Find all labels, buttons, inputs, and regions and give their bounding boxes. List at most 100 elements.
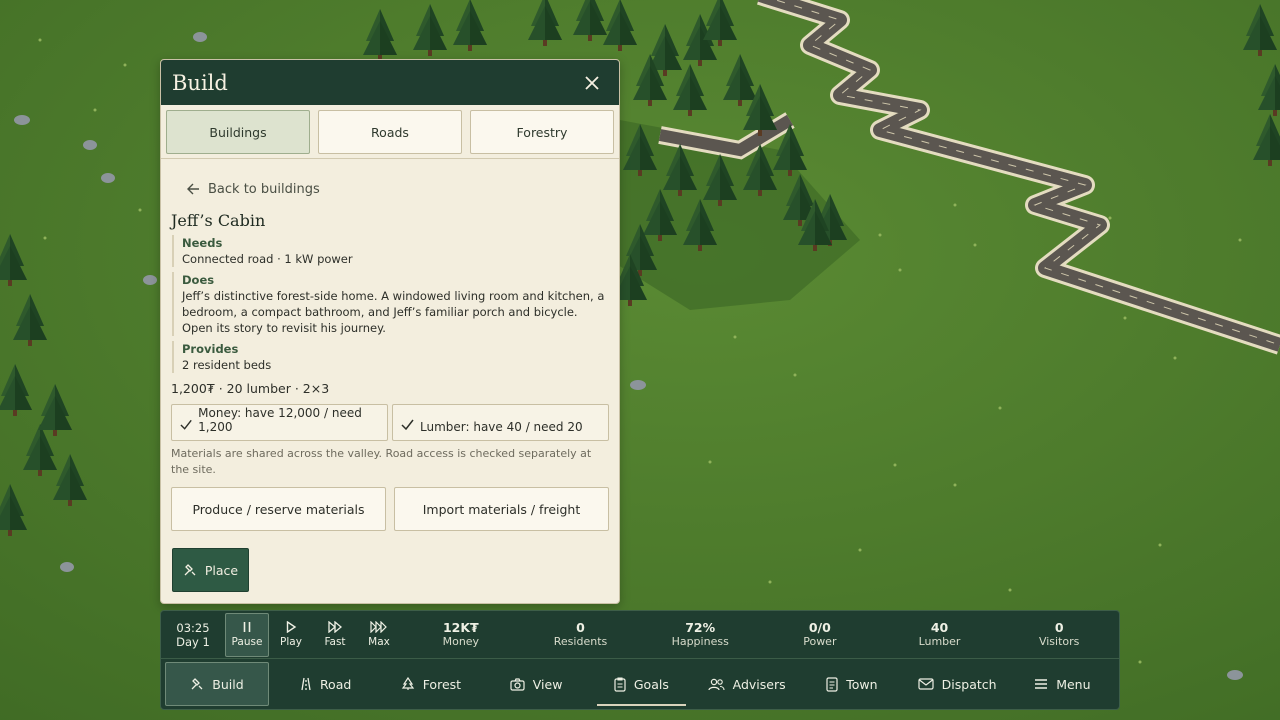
stat-residents-label: Residents — [553, 634, 608, 648]
stat-visitors-value: 0 — [1054, 619, 1064, 635]
action-row: Produce / reserve materials Import mater… — [171, 487, 609, 531]
nav-view-button[interactable]: View — [484, 662, 589, 706]
import-materials-button[interactable]: Import materials / freight — [394, 487, 609, 531]
max-speed-icon — [370, 621, 387, 633]
stat-residents: 0 Residents — [521, 619, 641, 649]
nav-view-label: View — [532, 676, 563, 692]
nav-build-label: Build — [212, 676, 244, 692]
game-clock: 03:25 Day 1 — [161, 621, 225, 649]
pause-label: Pause — [231, 636, 263, 648]
pause-icon — [243, 622, 251, 632]
does-section: Does Jeff’s distinctive forest-side home… — [172, 272, 609, 336]
back-link-label: Back to buildings — [208, 181, 320, 197]
stat-money-value: 12K₮ — [442, 619, 479, 635]
max-speed-button[interactable]: Max — [357, 613, 401, 657]
provides-text: 2 resident beds — [182, 358, 272, 372]
play-label: Play — [280, 636, 302, 648]
mail-icon — [918, 678, 934, 690]
check-icon — [180, 419, 192, 430]
nav-advisers-button[interactable]: Advisers — [694, 662, 799, 706]
camera-icon — [510, 677, 525, 691]
tab-buildings[interactable]: Buildings — [166, 110, 310, 154]
road-icon — [301, 677, 311, 691]
fast-forward-icon — [328, 621, 342, 633]
needs-section: Needs Connected road · 1 kW power — [172, 235, 609, 267]
max-label: Max — [368, 636, 390, 648]
arrow-left-icon — [187, 183, 199, 195]
requirement-money-text: Money: have 12,000 / need 1,200 — [198, 406, 362, 434]
close-icon — [585, 75, 599, 90]
stat-money-label: Money — [442, 634, 480, 648]
stat-power-value: 0/0 — [808, 619, 831, 635]
fast-button[interactable]: Fast — [313, 613, 357, 657]
play-button[interactable]: Play — [269, 613, 313, 657]
clock-day: Day 1 — [176, 634, 210, 649]
build-panel: Build Buildings Roads Forestry Back to b… — [160, 59, 620, 604]
nav-advisers-label: Advisers — [732, 676, 786, 692]
people-icon — [708, 678, 725, 690]
nav-row: Build Road Forest View Goals Advisers To… — [161, 659, 1119, 709]
does-text: Jeff’s distinctive forest-side home. A w… — [182, 289, 605, 335]
provides-label: Provides — [182, 342, 239, 356]
does-label: Does — [182, 273, 215, 287]
nav-goals-button[interactable]: Goals — [589, 662, 694, 706]
build-icon — [184, 564, 196, 576]
provides-section: Provides 2 resident beds — [172, 341, 609, 373]
nav-forest-button[interactable]: Forest — [378, 662, 483, 706]
stat-residents-value: 0 — [576, 619, 585, 635]
tab-forestry[interactable]: Forestry — [470, 110, 614, 154]
nav-menu-label: Menu — [1056, 676, 1091, 692]
menu-icon — [1035, 679, 1048, 689]
nav-town-button[interactable]: Town — [799, 662, 904, 706]
check-icon — [401, 419, 414, 430]
stat-happiness-value: 72% — [685, 619, 716, 635]
play-icon — [286, 621, 297, 633]
stat-lumber-label: Lumber — [918, 634, 961, 648]
nav-build-button[interactable]: Build — [165, 662, 269, 706]
back-to-buildings-link[interactable]: Back to buildings — [187, 173, 609, 205]
requirement-money: Money: have 12,000 / need 1,200 — [171, 404, 388, 441]
stat-happiness-label: Happiness — [671, 634, 729, 648]
bottom-hud: 03:25 Day 1 Pause Play Fast Max 12K₮ Mon… — [160, 610, 1120, 710]
produce-materials-button[interactable]: Produce / reserve materials — [171, 487, 386, 531]
cost-line: 1,200₮ · 20 lumber · 2×3 — [171, 381, 330, 396]
place-button[interactable]: Place — [172, 548, 249, 592]
clipboard-icon — [614, 676, 626, 692]
nav-road-button[interactable]: Road — [273, 662, 378, 706]
needs-label: Needs — [182, 236, 223, 250]
requirement-lumber: Lumber: have 40 / need 20 — [392, 404, 609, 441]
document-icon — [826, 676, 838, 692]
nav-menu-button[interactable]: Menu — [1010, 662, 1115, 706]
stat-power-label: Power — [803, 634, 837, 648]
materials-note: Materials are shared across the valley. … — [171, 447, 592, 476]
close-button[interactable] — [581, 72, 603, 94]
pause-button[interactable]: Pause — [225, 612, 269, 657]
clock-time: 03:25 — [176, 620, 210, 635]
stats-row: 03:25 Day 1 Pause Play Fast Max 12K₮ Mon… — [161, 611, 1119, 659]
requirement-lumber-text: Lumber: have 40 / need 20 — [420, 420, 583, 434]
needs-text: Connected road · 1 kW power — [182, 252, 353, 266]
nav-road-label: Road — [319, 676, 352, 692]
panel-body: Back to buildings Jeff’s Cabin Needs Con… — [161, 159, 619, 531]
panel-header: Build — [161, 60, 619, 105]
stat-lumber: 40 Lumber — [880, 619, 1000, 649]
nav-goals-label: Goals — [633, 676, 669, 692]
stat-lumber-value: 40 — [930, 619, 949, 635]
nav-forest-label: Forest — [422, 676, 462, 692]
tab-roads[interactable]: Roads — [318, 110, 462, 154]
requirements: Money: have 12,000 / need 1,200 Lumber: … — [171, 404, 609, 441]
stat-money: 12K₮ Money — [401, 619, 521, 649]
stat-power: 0/0 Power — [760, 619, 880, 649]
stat-visitors: 0 Visitors — [999, 619, 1119, 649]
place-label: Place — [204, 562, 239, 578]
panel-title: Build — [172, 70, 228, 95]
tree-icon — [401, 677, 414, 690]
nav-dispatch-button[interactable]: Dispatch — [905, 662, 1010, 706]
building-name: Jeff’s Cabin — [171, 211, 266, 230]
fast-label: Fast — [324, 636, 346, 648]
nav-town-label: Town — [846, 676, 878, 692]
stat-visitors-label: Visitors — [1038, 634, 1080, 648]
build-tabs: Buildings Roads Forestry — [161, 105, 619, 159]
stat-happiness: 72% Happiness — [640, 619, 760, 649]
nav-dispatch-label: Dispatch — [941, 676, 997, 692]
